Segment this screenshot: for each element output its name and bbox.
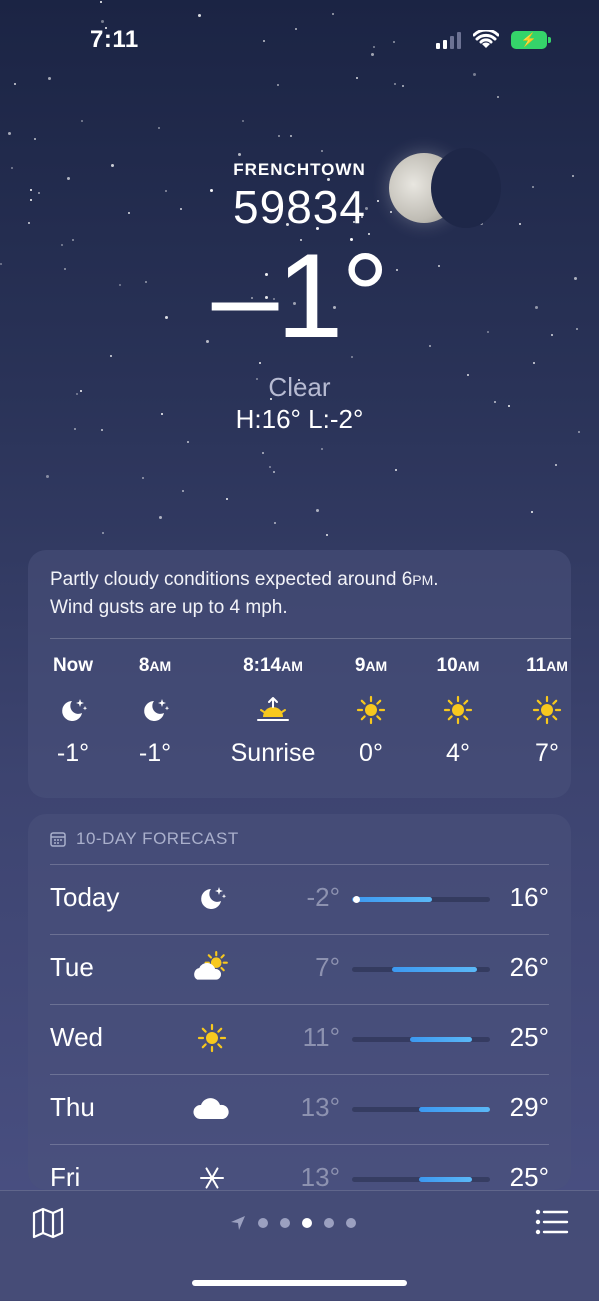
forecast-header: 10-DAY FORECAST xyxy=(50,829,239,849)
current-condition: Clear xyxy=(268,372,331,402)
hour-time: Now xyxy=(52,655,94,676)
location-arrow-icon[interactable] xyxy=(230,1215,246,1231)
page-indicator[interactable] xyxy=(230,1215,356,1231)
hour-time: 9AM xyxy=(354,655,388,676)
high-low-temperature: H:16° L:-2° xyxy=(235,404,364,434)
hour-time: 8:14AM xyxy=(243,655,303,676)
hour-temp: 4° xyxy=(446,739,470,767)
temperature-range-bar xyxy=(352,897,433,902)
forecast-high: 25° xyxy=(509,1162,549,1190)
location-zip: 59834 xyxy=(233,181,366,233)
wifi-icon xyxy=(473,30,499,48)
current-temperature: –1° xyxy=(211,229,389,363)
hour-temp: 0° xyxy=(359,739,383,767)
cellular-signal-icon xyxy=(436,31,461,49)
moon-stars-icon xyxy=(28,685,118,735)
moon-stars-icon xyxy=(110,685,200,735)
location-name: FRENCHTOWN xyxy=(233,160,366,179)
hourly-forecast-card[interactable]: Partly cloudy conditions expected around… xyxy=(28,550,571,798)
home-indicator[interactable] xyxy=(192,1280,407,1286)
sunrise-icon xyxy=(218,685,328,735)
sun-icon xyxy=(502,685,592,735)
sun-icon xyxy=(413,685,503,735)
ten-day-forecast-card[interactable]: 10-DAY FORECAST Today -2° 16° Tue 7° 26°… xyxy=(28,814,571,1190)
forecast-high: 25° xyxy=(509,1022,549,1052)
page-dot[interactable] xyxy=(346,1218,356,1228)
forecast-day: Tue xyxy=(50,952,94,982)
page-dot[interactable] xyxy=(258,1218,268,1228)
hour-time: 10AM xyxy=(436,655,480,676)
hour-temp: Sunrise xyxy=(230,739,316,767)
map-icon[interactable] xyxy=(30,1205,66,1241)
divider xyxy=(50,638,571,639)
forecast-low: 7° xyxy=(315,952,340,982)
forecast-day: Today xyxy=(50,882,120,912)
forecast-title: 10-DAY FORECAST xyxy=(76,829,239,848)
forecast-row[interactable]: Tue 7° 26° xyxy=(50,934,549,1004)
hourly-list[interactable]: Now -1° 8AM -1° 8:14AM Sunrise 9AM 0° 10… xyxy=(28,655,571,785)
snow-icon xyxy=(190,1158,234,1190)
cloud-icon xyxy=(190,1088,234,1128)
moon-stars-icon xyxy=(190,878,234,918)
status-icons: ⚡ xyxy=(436,30,551,50)
temperature-range-track xyxy=(352,896,490,903)
forecast-high: 29° xyxy=(509,1092,549,1122)
hour-item: 8AM -1° xyxy=(110,655,200,768)
forecast-day: Fri xyxy=(50,1162,81,1190)
temperature-range-bar xyxy=(409,1037,473,1042)
forecast-low: -2° xyxy=(306,882,340,912)
hour-temp: -1° xyxy=(56,739,90,767)
temperature-range-bar xyxy=(392,967,477,972)
battery-charging-icon: ⚡ xyxy=(511,31,551,49)
hour-item: 9AM 0° xyxy=(326,655,416,768)
hour-temp: -1° xyxy=(138,739,172,767)
hour-item: Now -1° xyxy=(28,655,118,768)
hour-item: 10AM 4° xyxy=(413,655,503,768)
forecast-high: 26° xyxy=(509,952,549,982)
temperature-range-track xyxy=(352,1177,490,1182)
temperature-range-bar xyxy=(418,1107,490,1112)
temperature-range-track xyxy=(352,967,490,972)
forecast-row[interactable]: Thu 13° 29° xyxy=(50,1074,549,1144)
forecast-low: 13° xyxy=(300,1092,340,1122)
sun-icon xyxy=(190,1018,234,1058)
forecast-high: 16° xyxy=(509,882,549,912)
forecast-summary: Partly cloudy conditions expected around… xyxy=(50,569,439,618)
calendar-icon xyxy=(50,832,66,847)
forecast-day: Thu xyxy=(50,1092,95,1122)
current-temp-dot xyxy=(352,896,360,903)
hour-item: 8:14AM Sunrise xyxy=(218,655,328,768)
forecast-row[interactable]: Today -2° 16° xyxy=(50,864,549,934)
hour-temp: 7° xyxy=(535,739,559,767)
list-icon[interactable] xyxy=(535,1207,569,1237)
partly-cloudy-icon xyxy=(190,948,234,988)
status-time: 7:11 xyxy=(90,26,139,53)
hour-time: 11AM xyxy=(526,655,568,676)
sun-icon xyxy=(326,685,416,735)
temperature-range-track xyxy=(352,1037,490,1042)
forecast-low: 11° xyxy=(302,1022,340,1052)
page-dot[interactable] xyxy=(324,1218,334,1228)
forecast-low: 13° xyxy=(300,1162,340,1190)
page-dot-active[interactable] xyxy=(302,1218,312,1228)
forecast-day: Wed xyxy=(50,1022,103,1052)
temperature-range-track xyxy=(352,1107,490,1112)
hour-time: 8AM xyxy=(138,655,172,676)
hour-item: 11AM 7° xyxy=(502,655,592,768)
forecast-row[interactable]: Fri 13° 25° xyxy=(50,1144,549,1190)
page-dot[interactable] xyxy=(280,1218,290,1228)
temperature-range-bar xyxy=(418,1177,473,1182)
forecast-row[interactable]: Wed 11° 25° xyxy=(50,1004,549,1074)
